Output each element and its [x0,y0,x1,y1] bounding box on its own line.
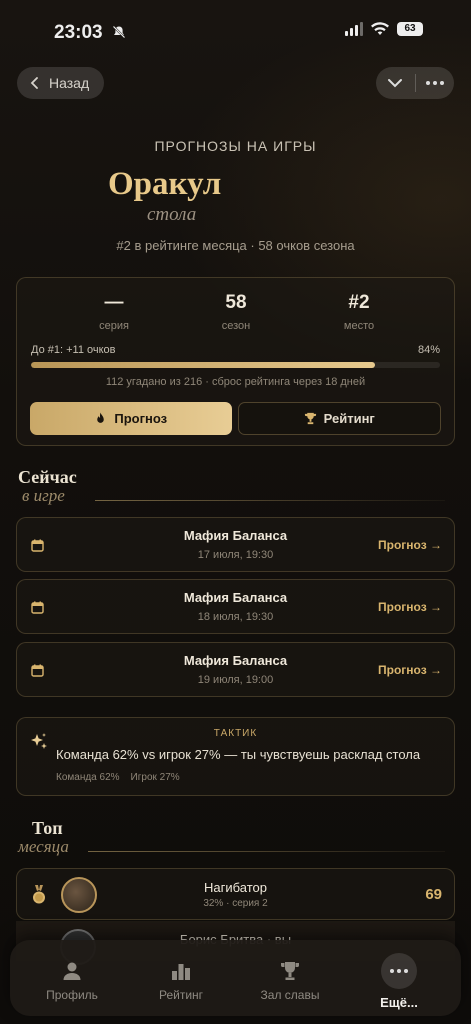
back-button[interactable]: Назад [17,67,104,99]
tactic-label: ТАКТИК [213,728,258,739]
tactic-message: Команда 62% vs игрок 27% — ты чувствуешь… [56,747,421,762]
stat-label: место [343,320,375,332]
player-name: Нагибатор [204,880,267,895]
tactic-player-stat: Игрок 27% [130,772,180,783]
nav-label: Зал славы [260,988,320,1002]
rating-button[interactable]: Рейтинг [237,402,441,435]
rating-label: Рейтинг [323,411,375,426]
page-kicker: ПРОГНОЗЫ НА ИГРЫ [154,138,317,154]
progress-label: До #1: +11 очков [31,344,116,356]
more-icon [381,953,417,989]
stat-value: — [104,292,124,313]
tactic-card: ТАКТИК Команда 62% vs игрок 27% — ты чув… [16,717,455,796]
player-score: 69 [425,886,442,903]
nav-label: Рейтинг [158,988,204,1002]
stat-label: серия [99,320,129,332]
game-row[interactable]: Мафия Баланса 19 июля, 19:00 Прогноз → [16,642,455,697]
stat-label: сезон [221,320,251,332]
trophy-icon [281,962,299,980]
progress-bar [31,362,440,368]
nav-profile[interactable]: Профиль [17,952,127,1002]
more-dots-icon [425,81,444,85]
tactic-team-stat: Команда 62% [56,772,120,783]
section-now-sub: в игре [22,486,65,505]
section-now-heading: Сейчас [18,467,77,487]
game-forecast-link[interactable]: Прогноз → [378,538,442,552]
game-row[interactable]: Мафия Баланса 17 июля, 19:30 Прогноз → [16,517,455,572]
nav-hall-of-fame[interactable]: Зал славы [235,952,345,1002]
nav-more[interactable]: Ещё... [344,952,454,1010]
page-title: Оракул [108,166,222,202]
progress-percent: 84% [417,344,440,356]
nav-label: Ещё... [380,995,418,1010]
game-row[interactable]: Мафия Баланса 18 июля, 19:30 Прогноз → [16,579,455,634]
bell-muted-icon [112,25,126,39]
game-forecast-link[interactable]: Прогноз → [378,663,442,677]
chevron-left-icon [30,77,38,89]
player-stats: 32% · серия 2 [203,898,268,909]
forecast-label: Прогноз [114,411,168,426]
page-subtitle: стола [147,204,197,225]
stats-card: — серия 58 сезон #2 место До #1: +11 очк… [16,277,455,446]
stat-season: 58 сезон [171,292,301,332]
forecast-button[interactable]: Прогноз [30,402,232,435]
stat-place: #2 место [294,292,424,332]
trophy-icon [304,412,316,425]
section-top-sub: месяца [18,837,69,856]
battery-icon: 63 [397,22,423,36]
stat-value: #2 [348,292,370,313]
back-label: Назад [49,75,90,91]
rank-summary: #2 в рейтинге месяца · 58 очков сезона [116,238,355,253]
progress-note: 112 угадано из 216 · сброс рейтинга чере… [105,376,366,388]
signal-icon [345,22,363,36]
mini-app-controls [376,67,454,99]
bottom-nav: Профиль Рейтинг Зал славы Ещё... [10,940,461,1016]
bar-chart-icon [172,964,190,980]
game-forecast-link[interactable]: Прогноз → [378,600,442,614]
stat-value: 58 [225,292,247,313]
collapse-button[interactable] [376,67,415,99]
wifi-icon [371,22,389,35]
nav-label: Профиль [46,988,98,1002]
nav-rating[interactable]: Рейтинг [126,952,236,1002]
menu-button[interactable] [416,67,455,99]
chevron-down-icon [388,79,403,88]
flame-icon [97,412,105,423]
person-icon [63,962,81,980]
leaderboard-row[interactable]: Нагибатор 32% · серия 2 69 [16,868,455,920]
status-bar: 23:03 63 [0,0,471,60]
section-top-heading: Топ [32,818,63,838]
status-time: 23:03 [54,22,103,43]
stat-streak: — серия [49,292,179,332]
